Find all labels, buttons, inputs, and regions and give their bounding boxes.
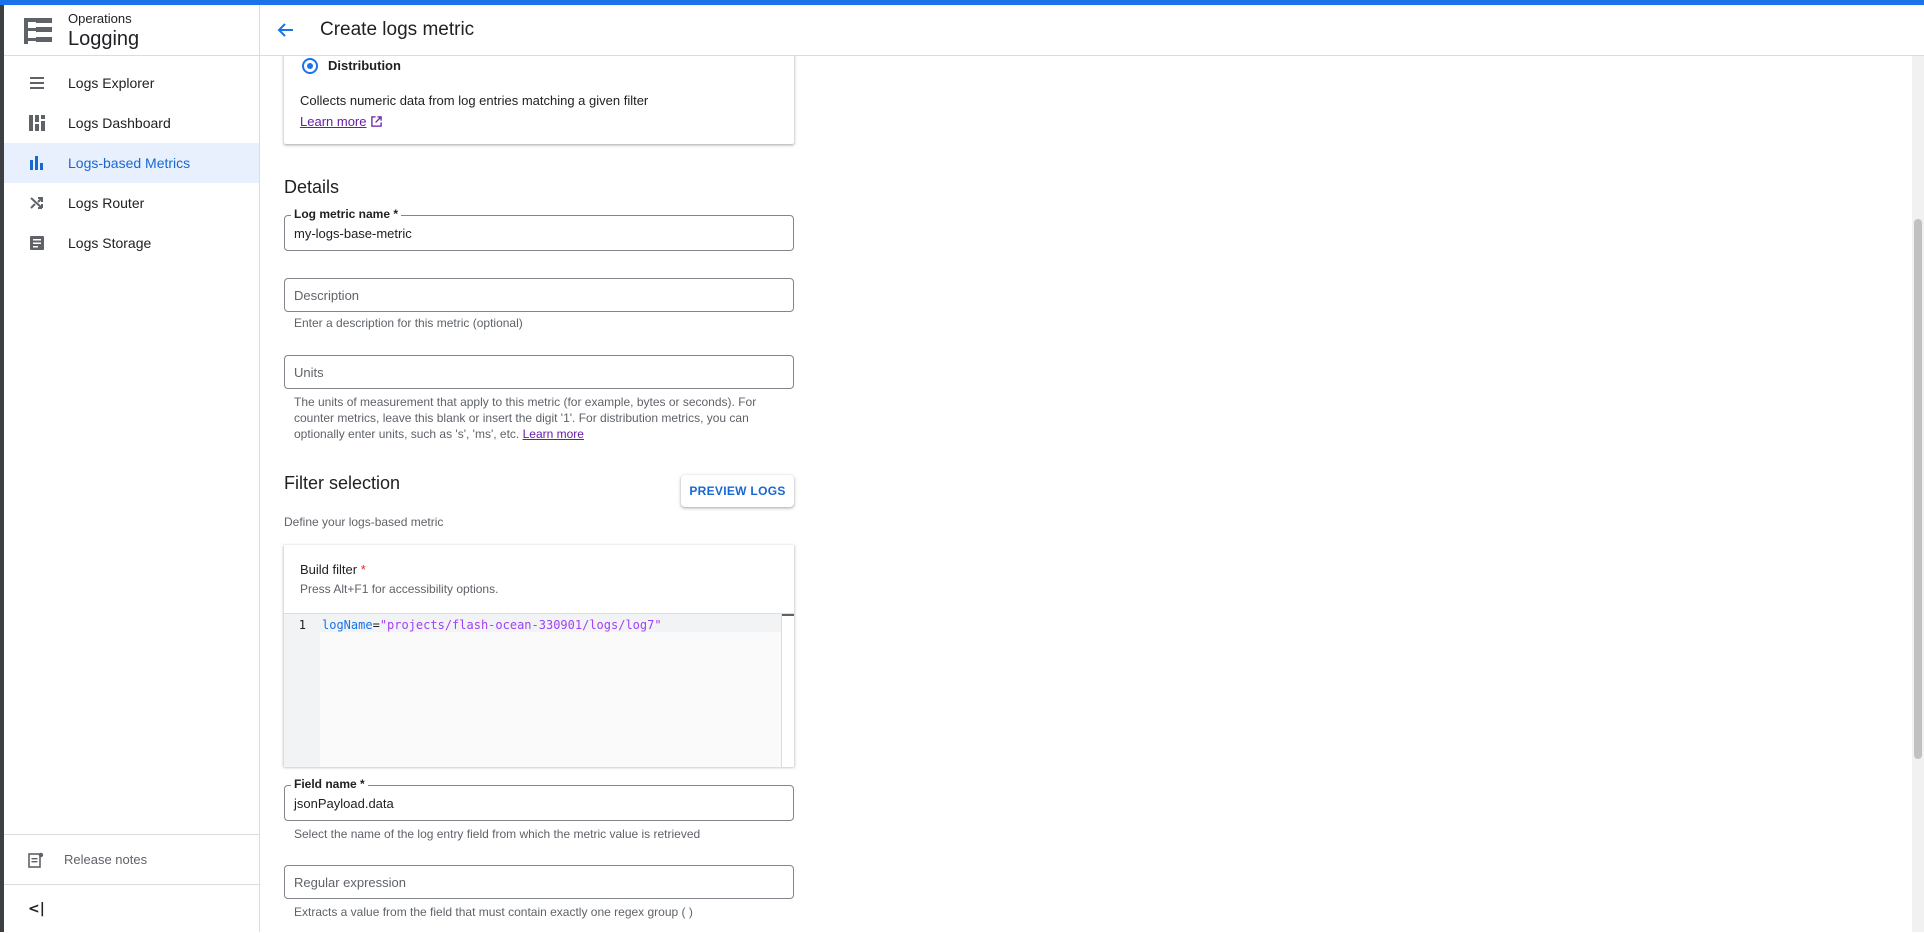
sidebar-item-logs-router[interactable]: Logs Router <box>4 183 259 223</box>
main-content: Distribution Collects numeric data from … <box>260 56 1924 932</box>
line-number: 1 <box>298 618 306 632</box>
details-heading: Details <box>284 177 340 197</box>
release-notes-label: Release notes <box>64 852 148 867</box>
page-header: Create logs metric <box>260 5 1924 56</box>
units-field[interactable]: Units <box>284 355 794 389</box>
sidebar-item-logs-storage[interactable]: Logs Storage <box>4 223 259 263</box>
log-metric-name-label: Log metric name * <box>291 207 402 221</box>
release-notes-link[interactable]: Release notes <box>4 834 259 885</box>
learn-more-label: Learn more <box>300 114 367 129</box>
logging-logo-icon <box>24 18 52 44</box>
product-header[interactable]: Operations Logging <box>4 5 259 56</box>
filter-code-editor[interactable]: 1 logName="projects/flash-ocean-330901/l… <box>284 613 794 767</box>
sidebar-nav: Logs Explorer Logs Dashboard Logs-based … <box>4 63 259 263</box>
metric-type-card: Distribution Collects numeric data from … <box>284 56 794 144</box>
filter-code-line: logName="projects/flash-ocean-330901/log… <box>322 618 662 632</box>
sidebar-item-label: Logs Storage <box>68 235 152 251</box>
accessibility-hint: Press Alt+F1 for accessibility options. <box>300 582 499 596</box>
bar-chart-icon <box>28 154 46 172</box>
list-icon <box>28 74 46 92</box>
preview-logs-button[interactable]: PREVIEW LOGS <box>681 475 794 507</box>
sidebar-item-label: Logs Router <box>68 195 145 211</box>
build-filter-card: Build filter * Press Alt+F1 for accessib… <box>284 545 794 767</box>
sidebar-item-logs-explorer[interactable]: Logs Explorer <box>4 63 259 103</box>
external-link-icon <box>371 116 383 127</box>
description-placeholder: Description <box>294 288 360 303</box>
storage-icon <box>28 234 46 252</box>
product-group-label: Operations <box>68 11 132 26</box>
units-hint: The units of measurement that apply to t… <box>294 394 774 442</box>
page-scrollbar[interactable] <box>1912 56 1924 932</box>
product-title: Logging <box>68 28 140 50</box>
sidebar-item-logs-dashboard[interactable]: Logs Dashboard <box>4 103 259 143</box>
log-metric-name-field[interactable]: Log metric name * my-logs-base-metric <box>284 207 794 251</box>
code-operator: = <box>372 618 380 632</box>
build-filter-label: Build filter * <box>300 562 366 577</box>
code-value: "projects/flash-ocean-330901/logs/log7" <box>379 618 662 632</box>
dashboard-icon <box>28 114 46 132</box>
distribution-description: Collects numeric data from log entries m… <box>300 93 649 108</box>
units-placeholder: Units <box>294 365 324 380</box>
description-hint: Enter a description for this metric (opt… <box>294 316 523 330</box>
required-asterisk: * <box>360 562 366 577</box>
editor-scrollbar[interactable] <box>781 614 794 767</box>
sidebar-item-label: Logs Dashboard <box>68 115 171 131</box>
distribution-label: Distribution <box>328 58 401 73</box>
sidebar-item-logs-based-metrics[interactable]: Logs-based Metrics <box>4 143 259 183</box>
sidebar-item-label: Logs-based Metrics <box>68 155 191 171</box>
learn-more-link[interactable]: Learn more <box>300 114 383 129</box>
page-title: Create logs metric <box>320 19 475 40</box>
code-key: logName <box>322 618 373 632</box>
description-field[interactable]: Description <box>284 278 794 312</box>
filter-selection-heading: Filter selection <box>284 473 401 493</box>
editor-gutter: 1 <box>284 614 320 767</box>
build-filter-text: Build filter <box>300 562 358 577</box>
units-learn-more-link[interactable]: Learn more <box>523 427 584 441</box>
field-name-value: jsonPayload.data <box>294 796 394 811</box>
regex-placeholder: Regular expression <box>294 875 407 890</box>
field-name-hint: Select the name of the log entry field f… <box>294 827 701 841</box>
collapse-sidebar-button[interactable]: <| <box>4 884 259 933</box>
collapse-icon: <| <box>28 901 45 917</box>
regex-hint: Extracts a value from the field that mus… <box>294 905 693 919</box>
distribution-radio[interactable] <box>302 58 318 74</box>
scrollbar-thumb[interactable] <box>1914 219 1922 759</box>
field-name-label: Field name * <box>291 777 368 791</box>
regular-expression-field[interactable]: Regular expression <box>284 865 794 899</box>
shuffle-icon <box>28 194 46 212</box>
filter-subtitle: Define your logs-based metric <box>284 515 444 529</box>
log-metric-name-value: my-logs-base-metric <box>294 226 412 241</box>
sidebar: Operations Logging Logs Explorer Logs Da… <box>4 5 260 932</box>
back-arrow-icon[interactable] <box>274 18 298 42</box>
release-notes-icon <box>28 852 44 868</box>
sidebar-item-label: Logs Explorer <box>68 75 155 91</box>
field-name-field[interactable]: Field name * jsonPayload.data <box>284 777 794 821</box>
